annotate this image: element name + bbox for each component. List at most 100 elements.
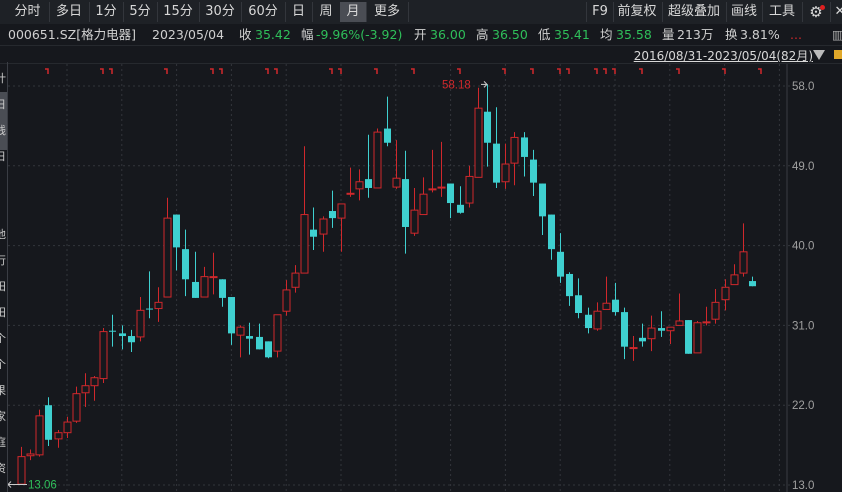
candle[interactable] [54,430,63,448]
candle[interactable] [702,306,711,326]
tab-1min[interactable]: 1分 [89,2,124,22]
candle[interactable] [200,266,209,298]
candle[interactable] [419,177,428,216]
candle[interactable] [291,265,300,293]
tab-weekly[interactable]: 周 [312,2,341,22]
tab-intraday[interactable]: 分时 [6,2,50,22]
candle[interactable] [265,341,272,359]
candle[interactable] [711,289,720,324]
candle[interactable] [319,216,328,252]
tab-more[interactable]: 更多 [366,2,409,22]
candle[interactable] [392,140,401,189]
candle[interactable] [675,293,684,326]
candle[interactable] [192,251,199,298]
candle[interactable] [310,207,317,251]
candle[interactable] [63,416,72,439]
close-icon[interactable]: ✕ [833,2,842,22]
candle[interactable] [484,84,491,167]
draw-button[interactable]: 画线 [726,2,763,22]
candle[interactable] [365,134,372,198]
tab-multi-day[interactable]: 多日 [49,2,90,22]
candle[interactable] [493,107,500,188]
candle[interactable] [109,314,116,347]
candle[interactable] [300,146,309,274]
candle[interactable] [273,314,282,358]
candle[interactable] [501,143,510,189]
candle[interactable] [530,149,537,196]
candle[interactable] [45,397,52,446]
tab-monthly[interactable]: 月 [340,2,367,22]
candle[interactable] [329,190,336,228]
tab-30min[interactable]: 30分 [199,2,242,22]
layout-icon[interactable]: ▥ [832,24,842,45]
candle[interactable] [154,287,163,322]
candle[interactable] [182,229,189,297]
more-info-button[interactable]: ... [790,24,802,45]
candle[interactable] [566,272,573,306]
candle[interactable] [17,446,26,485]
adjust-button[interactable]: 前复权 [612,2,663,22]
candle[interactable] [256,323,263,350]
candle[interactable] [666,326,675,345]
candle[interactable] [474,87,483,178]
tab-daily[interactable]: 日 [285,2,313,22]
candle[interactable] [521,132,528,177]
candle[interactable] [163,197,172,298]
candle[interactable] [629,336,638,361]
candle[interactable] [228,297,235,345]
candle[interactable] [384,96,391,147]
candle[interactable] [90,375,99,401]
candle[interactable] [693,320,702,354]
candle[interactable] [721,279,730,311]
candle[interactable] [99,328,108,384]
candle[interactable] [209,252,218,295]
candle[interactable] [658,311,665,337]
candle[interactable] [621,307,628,360]
candle[interactable] [510,132,519,186]
candle[interactable] [128,329,135,352]
candle[interactable] [346,167,355,197]
overlay-button[interactable]: 超级叠加 [662,2,727,22]
candle[interactable] [72,386,81,423]
candle[interactable] [219,279,226,307]
candle[interactable] [465,165,474,208]
candle[interactable] [437,141,446,197]
candle[interactable] [337,203,346,252]
candle[interactable] [428,149,437,193]
tab-60min[interactable]: 60分 [241,2,286,22]
candle[interactable] [355,169,364,201]
candle[interactable] [246,322,253,355]
tools-button[interactable]: 工具 [762,2,803,22]
candle[interactable] [136,297,145,342]
tab-5min[interactable]: 5分 [123,2,158,22]
candle[interactable] [410,187,419,236]
gear-icon[interactable]: ⚙ [802,2,831,22]
candle[interactable] [447,183,454,219]
candle[interactable] [685,320,692,354]
candle[interactable] [236,325,245,358]
candle[interactable] [749,276,756,287]
tab-15min[interactable]: 15分 [157,2,200,22]
candle[interactable] [81,373,90,407]
candle[interactable] [647,315,656,352]
candle[interactable] [593,302,602,331]
candle[interactable] [612,282,619,316]
candle[interactable] [457,186,464,214]
candlestick-chart[interactable]: 58.0 49.0 40.0 31.0 22.0 13.0 58.18 13.06 [0,0,842,492]
candle[interactable] [548,214,555,260]
f9-button[interactable]: F9 [586,2,614,22]
candle[interactable] [602,276,611,310]
candle[interactable] [282,280,291,316]
candle[interactable] [539,183,546,235]
candle[interactable] [557,233,564,283]
candle[interactable] [35,409,44,457]
candle[interactable] [173,214,180,271]
candle[interactable] [26,449,35,461]
candle[interactable] [739,223,748,277]
candle[interactable] [575,278,582,319]
candle[interactable] [119,325,126,350]
candle[interactable] [585,307,592,334]
candle[interactable] [146,271,153,319]
candle[interactable] [730,264,739,286]
dropdown-triangle-icon[interactable] [813,50,825,60]
